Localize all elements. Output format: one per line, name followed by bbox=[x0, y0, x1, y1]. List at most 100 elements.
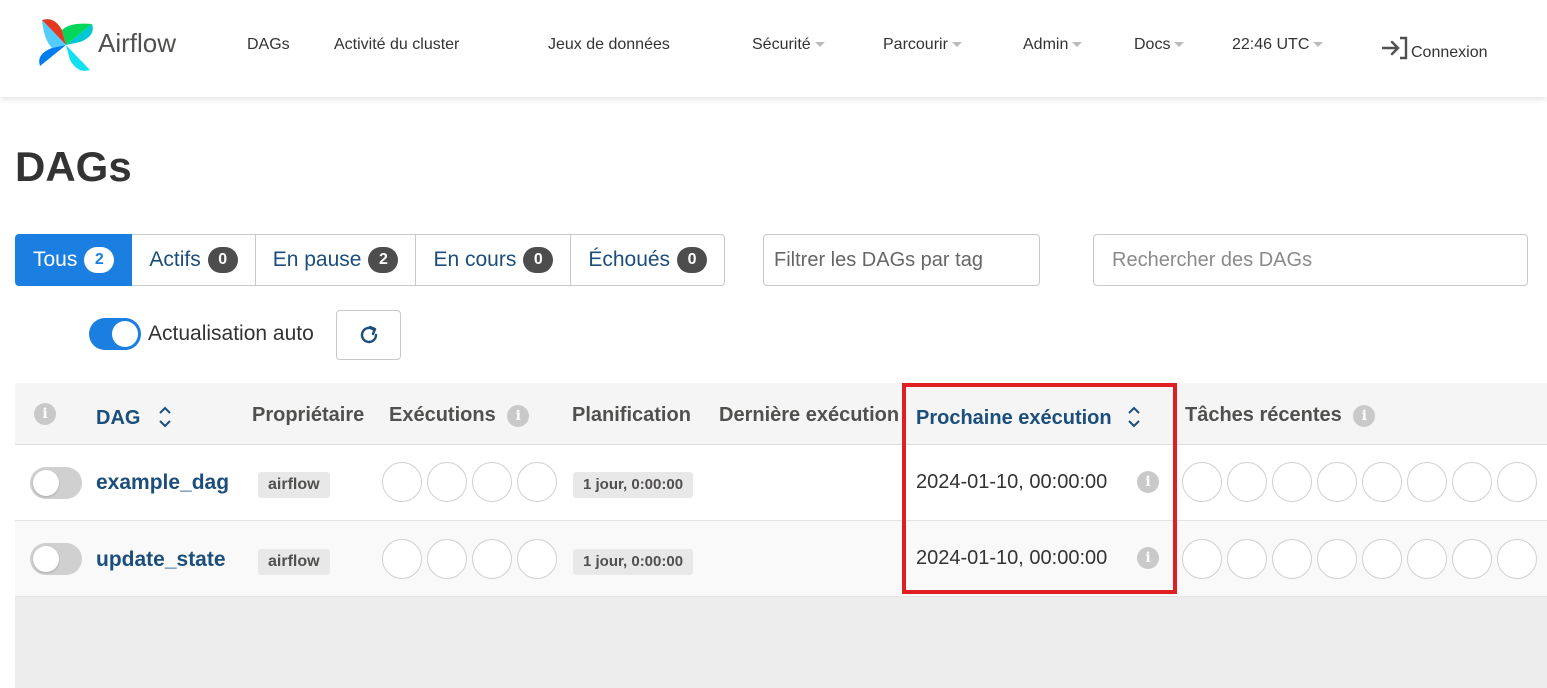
task-status-circle[interactable] bbox=[1407, 539, 1447, 579]
toggle-knob bbox=[33, 546, 59, 572]
header-runs-label: Exécutions bbox=[389, 404, 496, 426]
filter-label: En cours bbox=[433, 248, 517, 271]
schedule-tag[interactable]: 1 jour, 0:00:00 bbox=[573, 549, 694, 575]
chevron-down-icon bbox=[1072, 42, 1083, 48]
login-link[interactable]: Connexion bbox=[1381, 36, 1488, 62]
navbar: Airflow DAGs Activité du cluster Jeux de… bbox=[0, 0, 1547, 97]
filter-paused-button[interactable]: En pause 2 bbox=[255, 234, 417, 286]
nav-docs-label: Docs bbox=[1134, 36, 1171, 53]
run-status-circle[interactable] bbox=[382, 539, 422, 579]
task-status-circle[interactable] bbox=[1227, 462, 1267, 502]
search-input[interactable] bbox=[1093, 234, 1528, 286]
count-badge: 2 bbox=[368, 247, 399, 273]
task-status-circle[interactable] bbox=[1272, 462, 1312, 502]
schedule-tag[interactable]: 1 jour, 0:00:00 bbox=[573, 472, 694, 498]
task-status-circle[interactable] bbox=[1452, 539, 1492, 579]
header-last-run: Dernière exécution bbox=[719, 404, 900, 426]
auto-refresh-toggle[interactable] bbox=[89, 318, 141, 350]
run-status-circle[interactable] bbox=[472, 539, 512, 579]
run-status-circle[interactable] bbox=[517, 462, 557, 502]
header-recent-tasks: Tâches récentes i bbox=[1185, 404, 1376, 427]
nav-docs[interactable]: Docs bbox=[1134, 36, 1185, 54]
nav-datasets[interactable]: Jeux de données bbox=[548, 36, 670, 54]
task-status-circle[interactable] bbox=[1317, 462, 1357, 502]
header-dag-label: DAG bbox=[96, 407, 141, 429]
filter-failed-button[interactable]: Échoués 0 bbox=[571, 234, 726, 286]
task-status-circle[interactable] bbox=[1497, 539, 1537, 579]
chevron-down-icon bbox=[1313, 42, 1324, 48]
login-icon bbox=[1381, 36, 1408, 60]
owner-tag[interactable]: airflow bbox=[258, 472, 330, 498]
run-status-circle[interactable] bbox=[427, 462, 467, 502]
filter-label: En pause bbox=[272, 248, 362, 271]
status-filter-group: Tous 2 Actifs 0 En pause 2 En cours 0 Échoué… bbox=[15, 234, 726, 286]
count-badge: 0 bbox=[677, 247, 708, 273]
nav-security[interactable]: Sécurité bbox=[752, 36, 825, 54]
task-status-circle[interactable] bbox=[1407, 462, 1447, 502]
nav-time[interactable]: 22:46 UTC bbox=[1232, 36, 1324, 54]
count-badge: 0 bbox=[523, 247, 554, 273]
task-status-circle[interactable] bbox=[1362, 462, 1402, 502]
nav-browse[interactable]: Parcourir bbox=[883, 36, 962, 54]
auto-refresh-label: Actualisation auto bbox=[148, 322, 314, 345]
nav-admin-label: Admin bbox=[1023, 36, 1069, 53]
dag-link[interactable]: update_state bbox=[96, 548, 226, 572]
filter-running-button[interactable]: En cours 0 bbox=[416, 234, 572, 286]
pause-toggle[interactable] bbox=[30, 467, 82, 499]
refresh-icon bbox=[360, 325, 377, 344]
info-icon[interactable]: i bbox=[1353, 405, 1376, 427]
count-badge: 2 bbox=[84, 247, 115, 273]
owner-tag[interactable]: airflow bbox=[258, 549, 330, 575]
header-dag[interactable]: DAG bbox=[96, 404, 174, 430]
run-status-circle[interactable] bbox=[472, 462, 512, 502]
task-status-circle[interactable] bbox=[1362, 539, 1402, 579]
filter-all-button[interactable]: Tous 2 bbox=[15, 234, 133, 286]
airflow-logo[interactable]: Airflow bbox=[36, 16, 176, 74]
header-next-run[interactable]: Prochaine exécution bbox=[916, 404, 1143, 430]
filter-label: Échoués bbox=[588, 248, 671, 271]
info-icon[interactable]: i bbox=[34, 402, 56, 425]
nav-datasets-label: Jeux de données bbox=[548, 36, 670, 53]
info-icon[interactable]: i bbox=[507, 405, 530, 427]
header-runs: Exécutions i bbox=[389, 404, 530, 427]
login-label: Connexion bbox=[1411, 44, 1488, 61]
info-icon[interactable]: i bbox=[1137, 471, 1159, 493]
filter-label: Tous bbox=[33, 248, 78, 271]
filter-label: Actifs bbox=[149, 248, 201, 271]
header-owner: Propriétaire bbox=[252, 404, 365, 426]
next-run-value: 2024-01-10, 00:00:00 bbox=[916, 547, 1108, 569]
header-recent-tasks-label: Tâches récentes bbox=[1185, 404, 1342, 426]
task-status-circle[interactable] bbox=[1227, 539, 1267, 579]
run-status-circle[interactable] bbox=[427, 539, 467, 579]
toggle-knob bbox=[112, 321, 138, 347]
page-title: DAGs bbox=[15, 143, 132, 190]
task-status-circle[interactable] bbox=[1497, 462, 1537, 502]
task-status-circle[interactable] bbox=[1182, 462, 1222, 502]
task-status-circle[interactable] bbox=[1452, 462, 1492, 502]
header-next-run-label: Prochaine exécution bbox=[916, 407, 1112, 429]
toggle-knob bbox=[33, 470, 59, 496]
nav-admin[interactable]: Admin bbox=[1023, 36, 1083, 54]
sort-icon bbox=[159, 406, 171, 428]
pause-toggle[interactable] bbox=[30, 543, 82, 575]
nav-cluster-activity[interactable]: Activité du cluster bbox=[334, 36, 459, 54]
dag-link[interactable]: example_dag bbox=[96, 471, 229, 495]
task-status-circle[interactable] bbox=[1317, 539, 1357, 579]
info-icon[interactable]: i bbox=[1137, 547, 1159, 569]
nav-dags-label: DAGs bbox=[247, 36, 290, 53]
tag-filter-input[interactable] bbox=[763, 234, 1040, 286]
task-status-circle[interactable] bbox=[1272, 539, 1312, 579]
task-status-circle[interactable] bbox=[1182, 539, 1222, 579]
nav-dags[interactable]: DAGs bbox=[247, 36, 290, 54]
sort-icon bbox=[1128, 406, 1140, 428]
run-status-circle[interactable] bbox=[382, 462, 422, 502]
filter-active-button[interactable]: Actifs 0 bbox=[132, 234, 256, 286]
count-badge: 0 bbox=[207, 247, 238, 273]
brand-name[interactable]: Airflow bbox=[98, 28, 176, 59]
next-run-value: 2024-01-10, 00:00:00 bbox=[916, 471, 1108, 493]
chevron-down-icon bbox=[1174, 42, 1185, 48]
nav-time-label: 22:46 UTC bbox=[1232, 36, 1310, 53]
run-status-circle[interactable] bbox=[517, 539, 557, 579]
nav-browse-label: Parcourir bbox=[883, 36, 948, 53]
refresh-button[interactable] bbox=[336, 310, 401, 360]
